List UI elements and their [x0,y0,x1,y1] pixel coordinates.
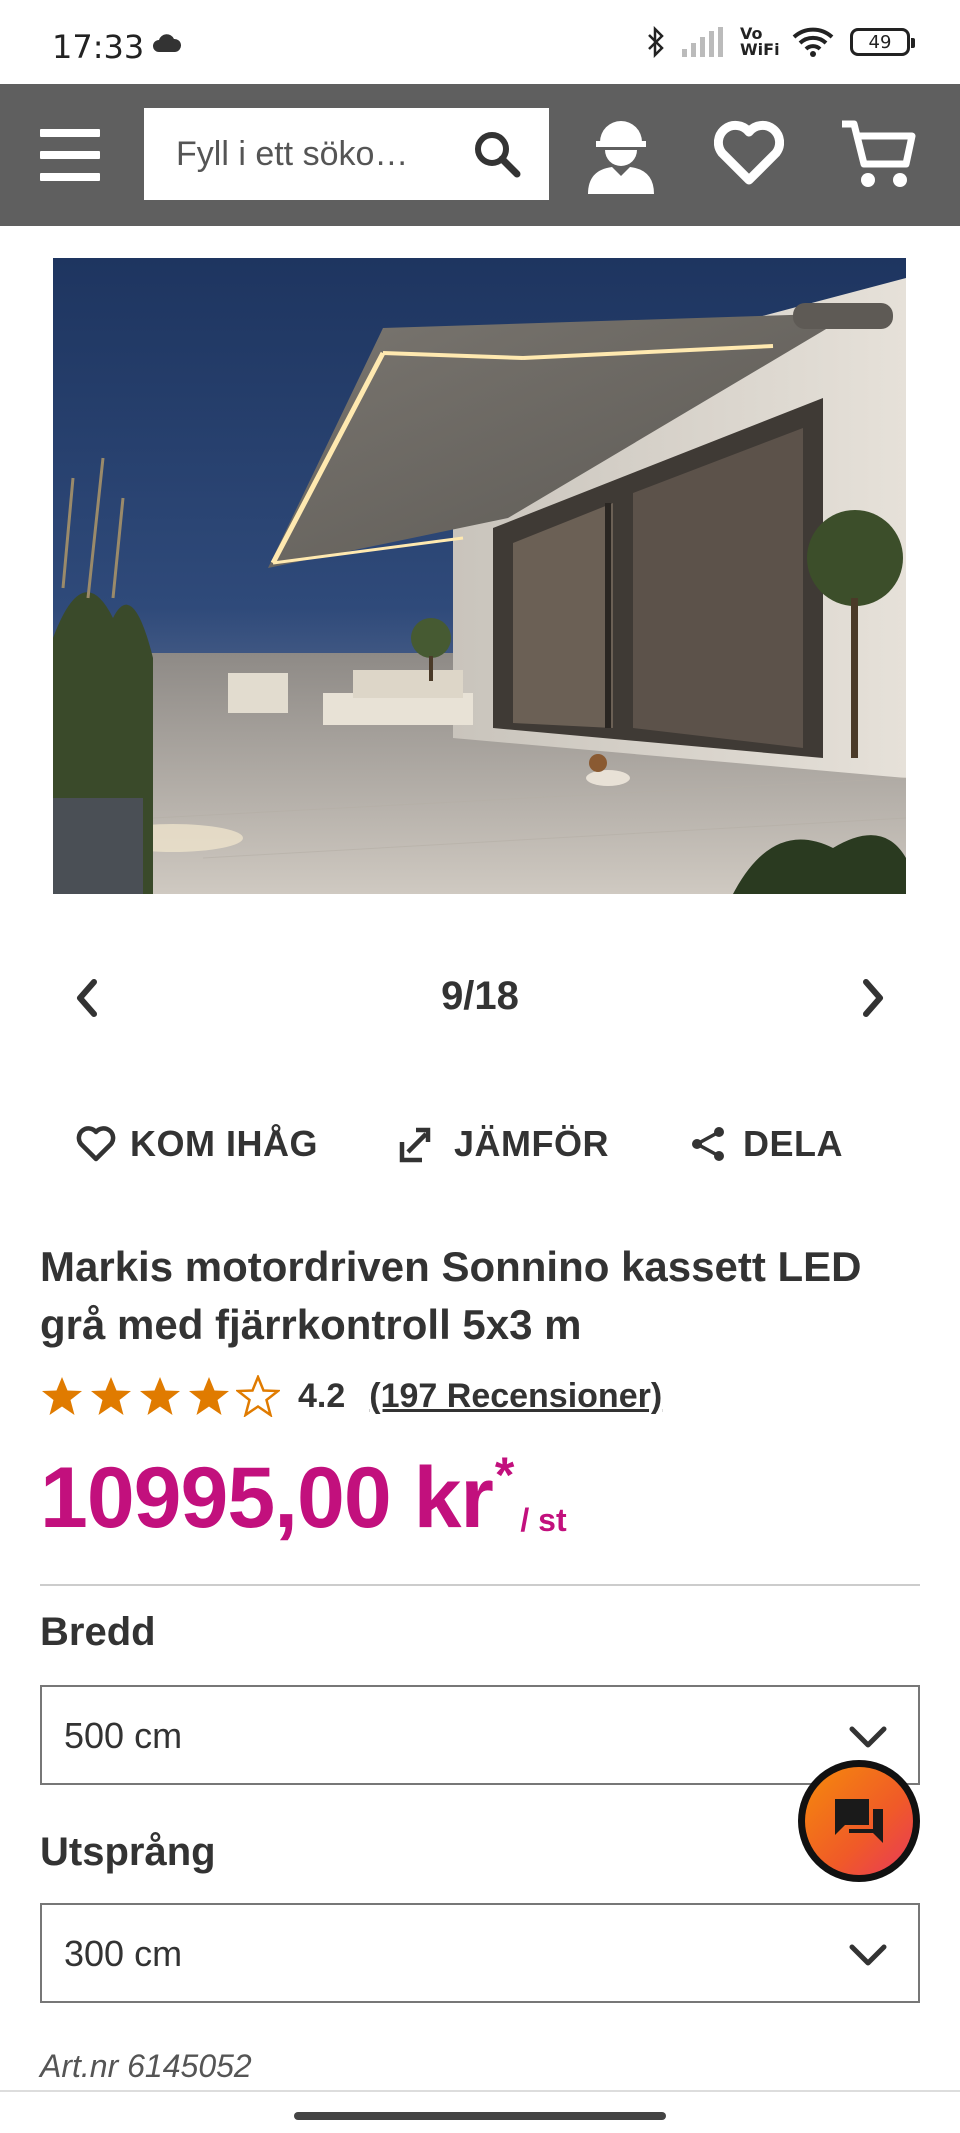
gallery-navigation: 9/18 [0,960,960,1040]
cart-icon[interactable] [840,118,916,190]
star-full-icon [140,1377,180,1415]
vowifi-label: Vo WiFi [740,24,780,59]
rating-value: 4.2 [298,1376,346,1415]
battery-level: 49 [868,31,892,53]
projection-label: Utsprång [40,1830,216,1874]
price-footnote-mark: * [494,1447,515,1503]
gallery-counter: 9/18 [441,974,519,1018]
chevron-down-icon [849,1944,887,1966]
compare-button[interactable]: JÄMFÖR [398,1122,609,1166]
heart-icon[interactable] [714,120,784,186]
reviews-link[interactable]: (197 Recensioner) [369,1377,662,1416]
status-time: 17:33 [52,28,145,66]
wifi-icon [792,27,834,57]
status-bar: 17:33 Vo WiFi 49 [0,0,960,84]
share-label: DELA [743,1123,843,1164]
compare-icon [399,1127,431,1163]
star-full-icon [91,1377,131,1415]
signal-icon [682,27,723,57]
product-price: 10995,00 kr * / st [40,1450,567,1546]
remember-label: KOM IHÅG [130,1123,318,1164]
system-navigation-bar [0,2090,960,2133]
compare-label: JÄMFÖR [454,1123,609,1164]
battery-indicator: 49 [850,28,915,56]
bluetooth-icon [648,26,664,58]
share-button[interactable]: DELA [689,1123,843,1165]
projection-select[interactable]: 300 cm [40,1903,920,2003]
search-bar [144,108,549,200]
home-indicator[interactable] [294,2112,666,2120]
product-actions: KOM IHÅG JÄMFÖR DELA [76,1122,923,1166]
star-full-icon [189,1377,229,1415]
chevron-down-icon [849,1726,887,1748]
product-title: Markis motordriven Sonnino kassett LED g… [40,1243,862,1348]
chevron-right-icon[interactable] [858,978,888,1018]
divider [40,1584,920,1586]
site-header [0,84,960,226]
width-select-value: 500 cm [64,1715,183,1756]
cloud-icon [153,34,182,52]
menu-icon[interactable] [40,129,100,181]
product-rating: 4.2 (197 Recensioner) [40,1375,662,1417]
star-empty-icon [236,1375,280,1417]
share-icon [692,1127,724,1161]
width-label: Bredd [40,1610,156,1654]
search-input[interactable] [144,124,464,184]
rating-stars [40,1375,280,1417]
remember-button[interactable]: KOM IHÅG [76,1123,318,1165]
projection-select-value: 300 cm [64,1933,183,1974]
price-amount: 10995,00 kr [40,1450,494,1546]
contractor-account-icon[interactable] [584,114,658,196]
price-unit: / st [520,1502,567,1538]
product-image[interactable] [53,258,906,894]
awning-terrace-photo [53,258,906,894]
heart-outline-icon [76,1126,116,1162]
chat-button[interactable] [798,1760,920,1882]
star-full-icon [42,1377,82,1415]
article-number: Art.nr 6145052 [40,2048,252,2084]
chat-icon [835,1799,883,1843]
width-select[interactable]: 500 cm [40,1685,920,1785]
search-icon[interactable] [473,130,521,178]
